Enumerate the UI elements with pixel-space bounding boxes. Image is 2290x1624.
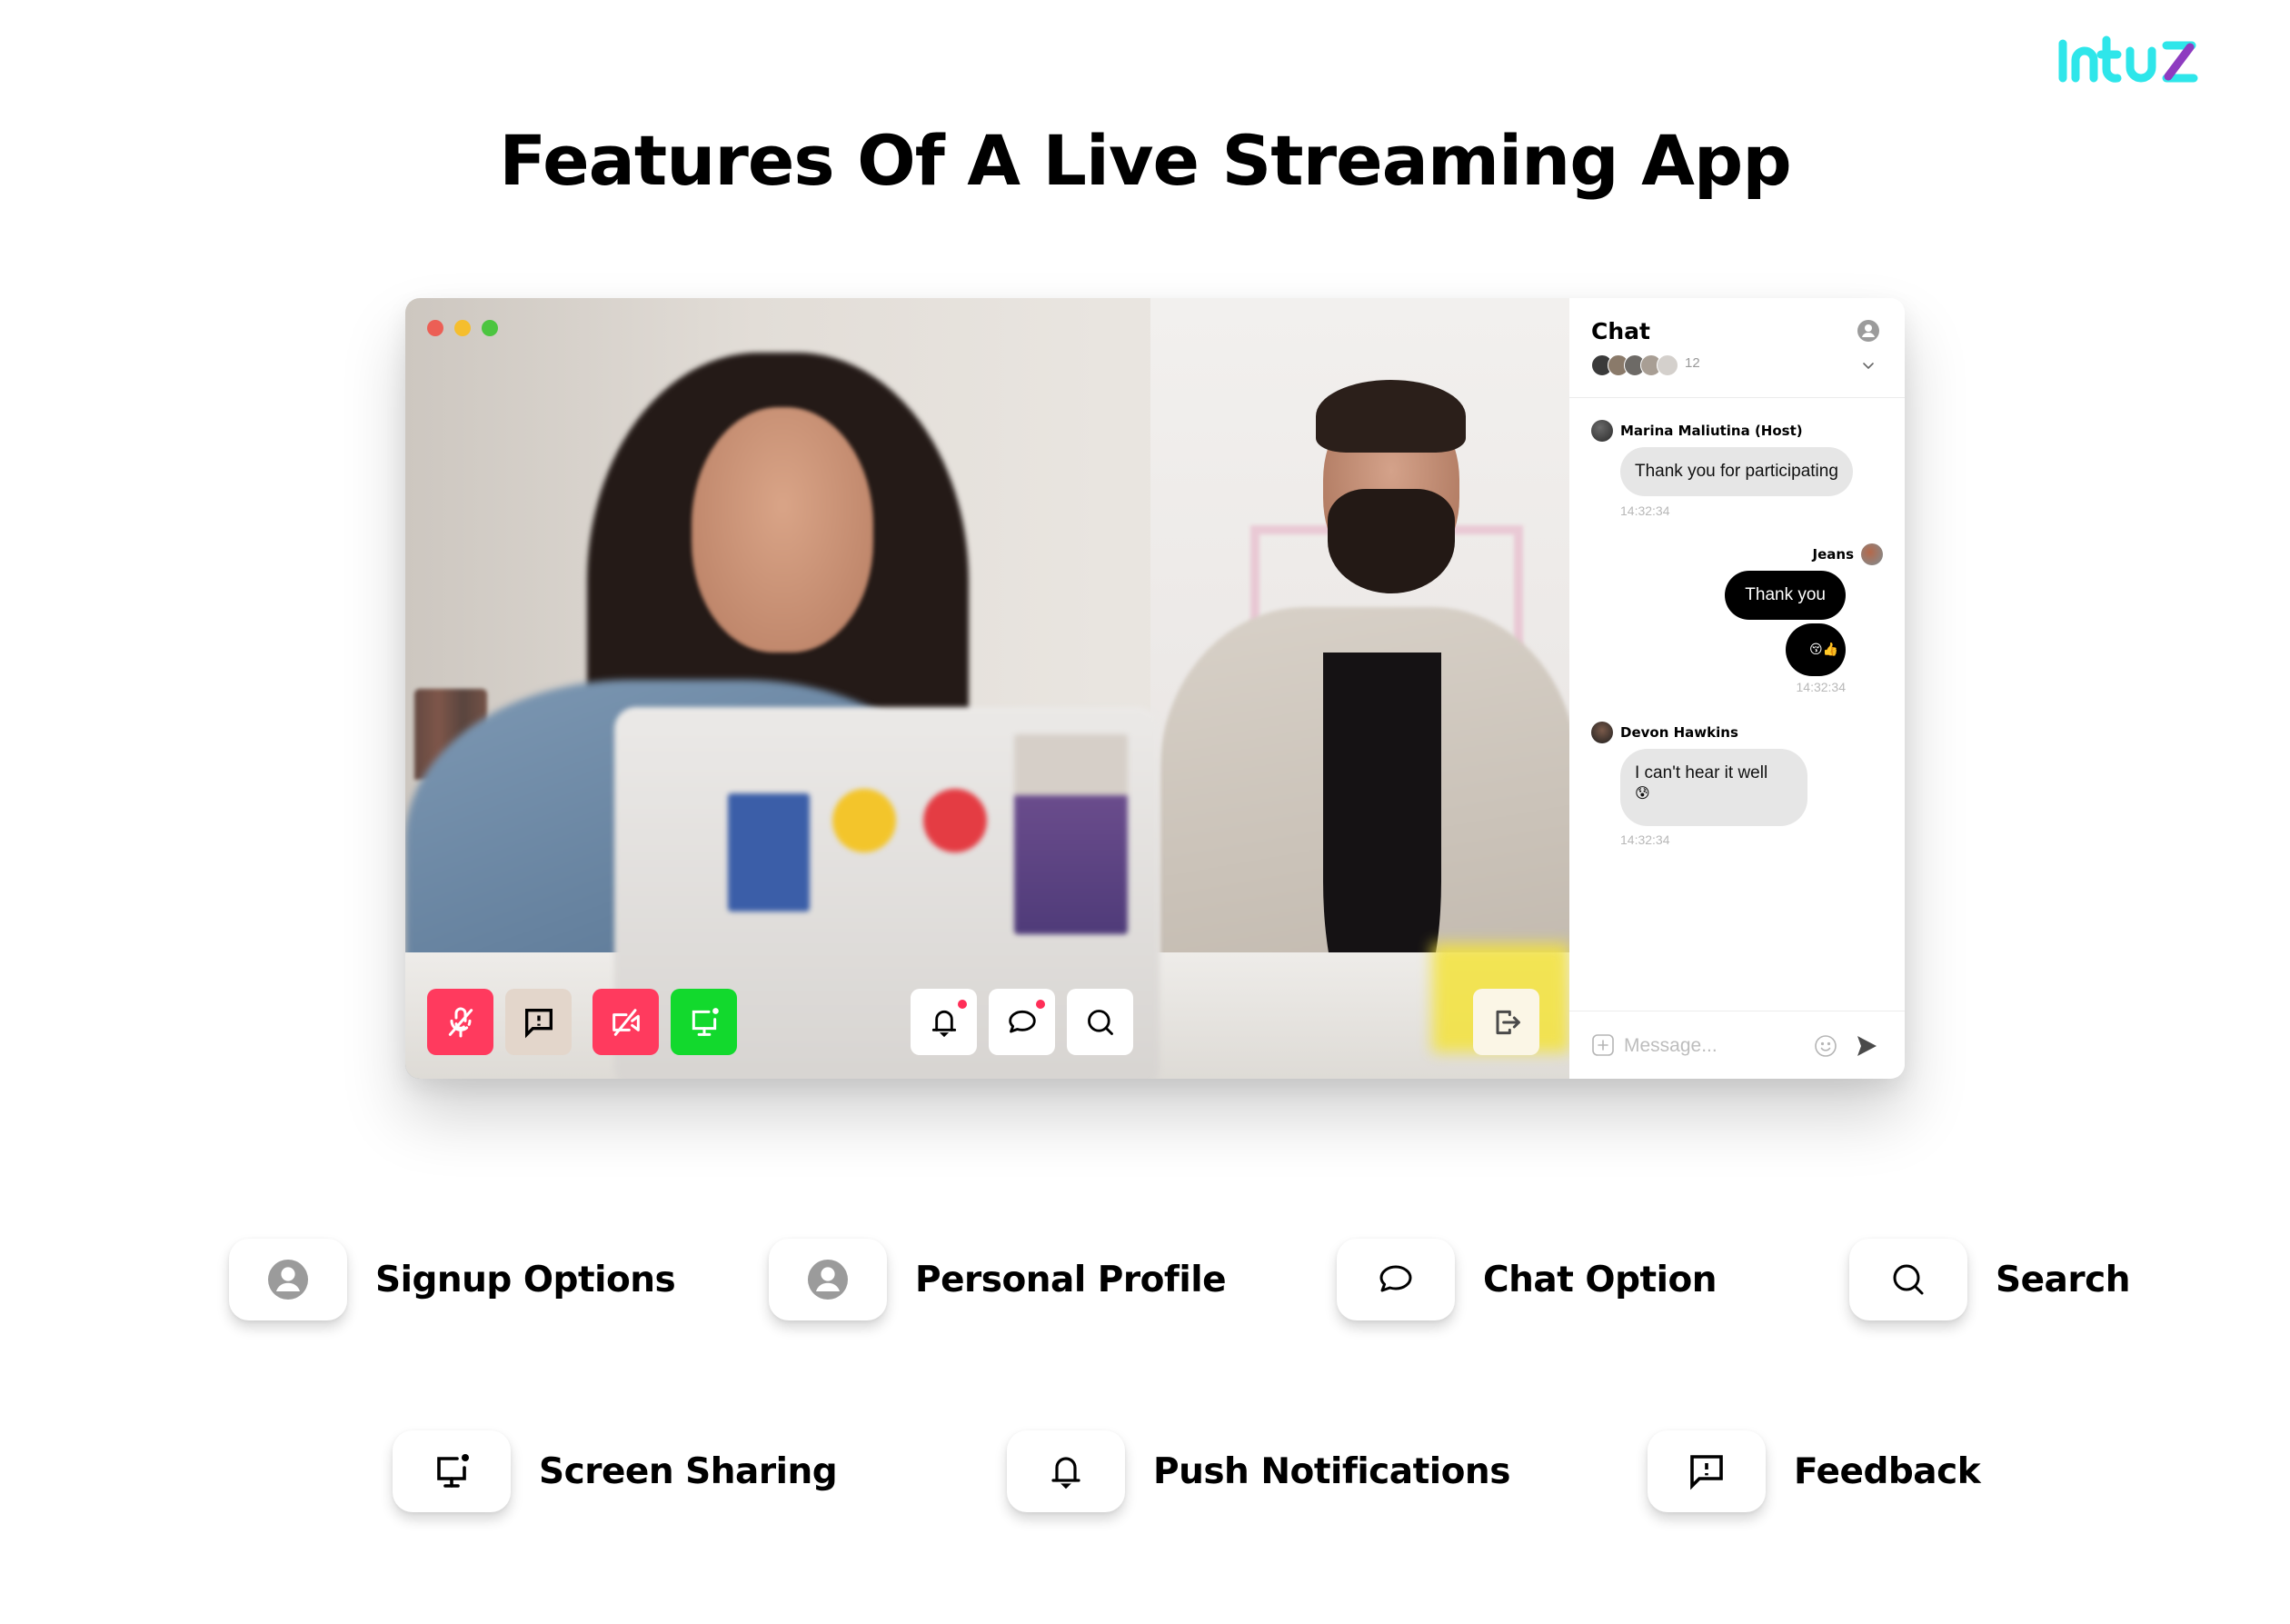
emoji-picker-icon[interactable] [1813,1033,1838,1059]
avatar [1591,722,1613,743]
video-laptop-sticker-heart [923,789,987,852]
feedback-button[interactable] [505,989,572,1055]
maximize-window-button[interactable] [482,320,498,336]
notification-badge [958,1000,967,1009]
message-timestamp: 14:32:34 [1620,832,1670,847]
app-window: Chat 12 Marina Maliutina (Host) Thank yo… [405,298,1905,1079]
message-timestamp: 14:32:34 [1620,503,1670,518]
page-title: Features Of A Live Streaming App [499,120,1791,201]
video-person-face [692,407,873,653]
video-person2-hair [1316,380,1466,453]
message-author-name: Devon Hawkins [1620,724,1738,741]
bell-icon [931,1010,956,1037]
feature-label: Search [1996,1259,2130,1300]
message-author-name: Jeans [1812,546,1854,563]
add-attachment-icon[interactable] [1591,1033,1615,1057]
chat-bubble-icon [1379,1265,1412,1292]
bell-icon [1051,1457,1080,1489]
screen-share-button[interactable] [671,989,737,1055]
feature-signup-options: Signup Options [229,1239,676,1320]
feature-icon-tile [1007,1430,1125,1512]
exit-icon [1496,1010,1520,1034]
screen-share-icon [437,1454,469,1488]
chat-title: Chat [1591,318,1650,344]
chevron-down-icon[interactable] [1861,360,1876,371]
search-icon [1893,1264,1924,1295]
mute-microphone-button[interactable] [427,989,493,1055]
video-feed [405,298,1569,1079]
message-timestamp: 14:32:34 [1796,680,1847,694]
feature-icon-tile [1337,1239,1455,1320]
avatar [1591,420,1613,442]
user-profile-icon[interactable] [1857,320,1879,342]
feature-screen-sharing: Screen Sharing [393,1430,838,1512]
participant-count: 12 [1684,354,1706,376]
camera-off-button[interactable] [592,989,659,1055]
emoji-bubble: 😚👍 [1786,623,1846,676]
message-bubble: Thank you for participating [1620,447,1853,496]
feature-chat-option: Chat Option [1337,1239,1718,1320]
participant-avatars[interactable]: 12 [1591,354,1706,376]
message-bubble: I can't hear it well 😰 [1620,749,1807,826]
avatar [1657,354,1678,376]
feature-feedback: Feedback [1648,1430,1981,1512]
feature-search: Search [1849,1239,2130,1320]
message-composer [1569,1011,1905,1079]
feature-label: Feedback [1794,1450,1981,1492]
screen-share-icon [692,1007,719,1036]
leave-call-button[interactable] [1473,989,1539,1055]
video-laptop-sticker-fb [728,793,810,912]
window-traffic-lights [427,320,498,336]
chat-header: Chat 12 [1569,298,1905,398]
message-author: Jeans [1813,543,1883,565]
intuz-logo [2058,35,2198,83]
chat-badge [1036,1000,1045,1009]
camera-off-icon [612,1008,640,1036]
minimize-window-button[interactable] [454,320,471,336]
close-window-button[interactable] [427,320,443,336]
search-icon [1087,1009,1113,1035]
notifications-button[interactable] [911,989,977,1055]
message-author: Devon Hawkins [1591,722,1738,743]
video-laptop-sticker-dmz [1014,734,1128,934]
message-input[interactable] [1624,1028,1806,1064]
message-author: Marina Maliutina (Host) [1591,420,1803,442]
feature-icon-tile [769,1239,887,1320]
user-circle-icon [268,1260,308,1300]
send-icon[interactable] [1855,1033,1878,1059]
video-laptop-sticker-emoji [832,789,896,852]
feature-label: Chat Option [1483,1259,1718,1300]
chat-bubble-icon [1008,1010,1036,1032]
feature-label: Screen Sharing [539,1450,838,1492]
feature-personal-profile: Personal Profile [769,1239,1227,1320]
message-author-name: Marina Maliutina (Host) [1620,423,1803,439]
search-button[interactable] [1067,989,1133,1055]
feature-icon-tile [393,1430,511,1512]
feature-label: Signup Options [375,1259,676,1300]
feature-icon-tile [1849,1239,1967,1320]
feedback-icon [1690,1455,1723,1490]
message-text: I can't hear it well [1635,763,1768,782]
feature-icon-tile [1648,1430,1766,1512]
avatar [1861,543,1883,565]
message-emoji: 😰 [1635,786,1650,802]
feature-push-notifications: Push Notifications [1007,1430,1510,1512]
feature-label: Push Notifications [1153,1450,1510,1492]
message-bubble: Thank you [1725,571,1846,620]
user-circle-icon [808,1260,848,1300]
feature-icon-tile [229,1239,347,1320]
chat-panel: Chat 12 Marina Maliutina (Host) Thank yo… [1569,298,1905,1079]
microphone-off-icon [448,1007,473,1037]
feature-label: Personal Profile [915,1259,1227,1300]
chat-button[interactable] [989,989,1055,1055]
feedback-icon [524,1008,553,1038]
video-person2-beard [1328,489,1455,593]
